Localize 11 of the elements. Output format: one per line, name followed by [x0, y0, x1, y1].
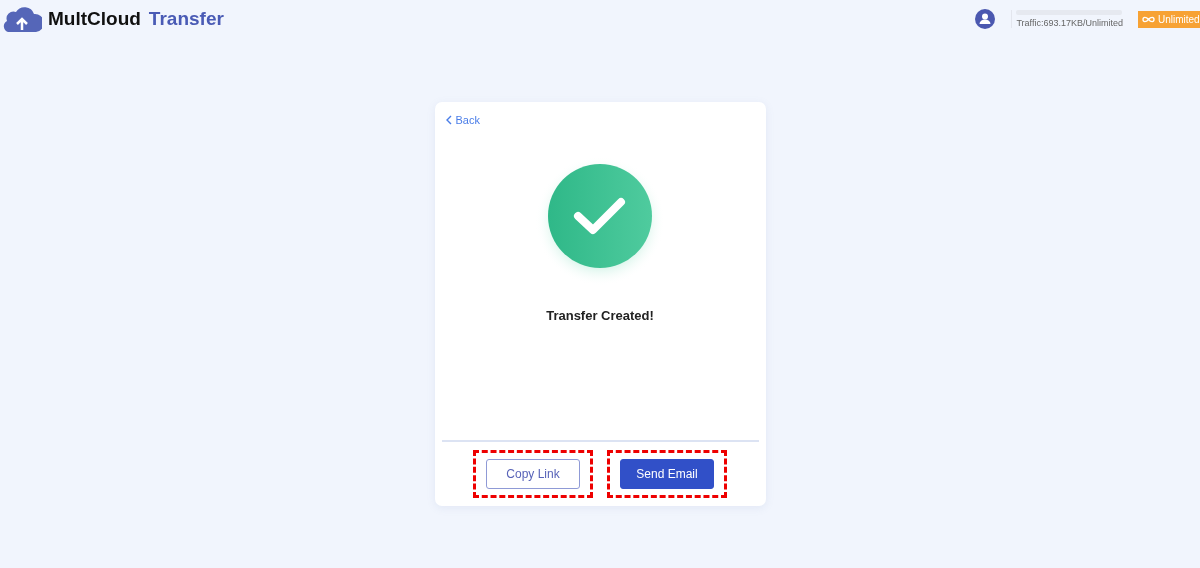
status-message: Transfer Created!	[545, 308, 655, 323]
avatar-icon[interactable]	[975, 9, 996, 29]
traffic-text: Traffic:693.17KB/Unlimited	[1016, 18, 1123, 28]
chevron-left-icon	[445, 115, 452, 125]
infinity-icon	[1142, 15, 1155, 23]
back-link[interactable]: Back	[441, 114, 480, 126]
brand-name: MultCloud	[48, 8, 141, 30]
send-button[interactable]: Send Email	[620, 459, 714, 489]
product-name: Transfer	[148, 8, 224, 30]
cloud-upload-icon	[2, 4, 42, 34]
copy-button[interactable]: Copy Link	[486, 459, 580, 489]
